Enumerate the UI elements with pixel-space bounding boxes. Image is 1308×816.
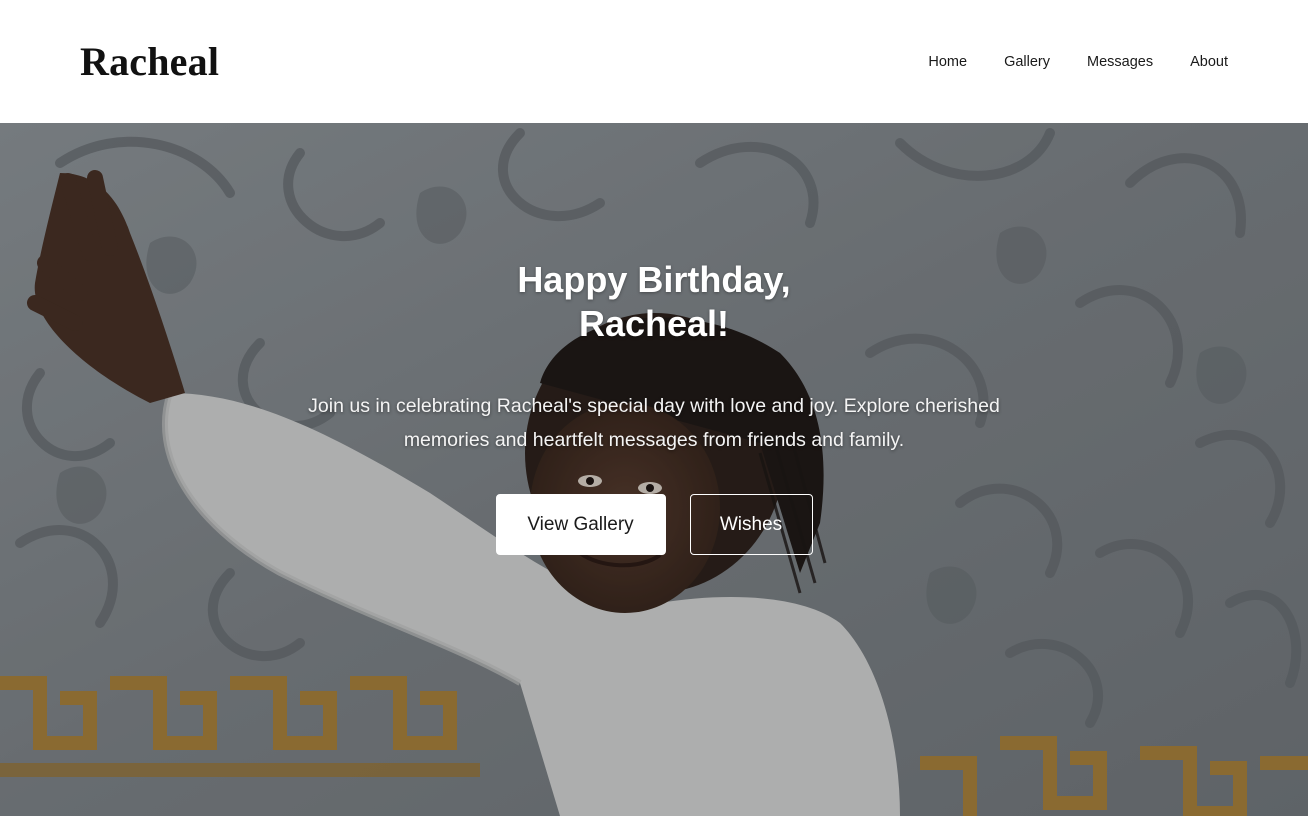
view-gallery-button[interactable]: View Gallery: [495, 494, 666, 555]
main-nav: Home Gallery Messages About: [928, 54, 1228, 70]
hero-actions: View Gallery Wishes: [495, 494, 813, 555]
wishes-button[interactable]: Wishes: [689, 494, 813, 555]
hero-subtitle: Join us in celebrating Racheal's special…: [308, 395, 1000, 451]
nav-messages-link[interactable]: Messages: [1087, 54, 1153, 70]
hero-title: Happy Birthday, Racheal!: [517, 259, 791, 344]
nav-gallery-link[interactable]: Gallery: [1004, 54, 1050, 70]
brand-logo[interactable]: Racheal: [80, 38, 219, 85]
hero-section: Happy Birthday, Racheal! Join us in cele…: [0, 123, 1308, 816]
nav-home-link[interactable]: Home: [928, 54, 967, 70]
nav-about-link[interactable]: About: [1190, 54, 1228, 70]
hero-content: Happy Birthday, Racheal! Join us in cele…: [0, 123, 1308, 816]
site-header: Racheal Home Gallery Messages About: [0, 0, 1308, 123]
